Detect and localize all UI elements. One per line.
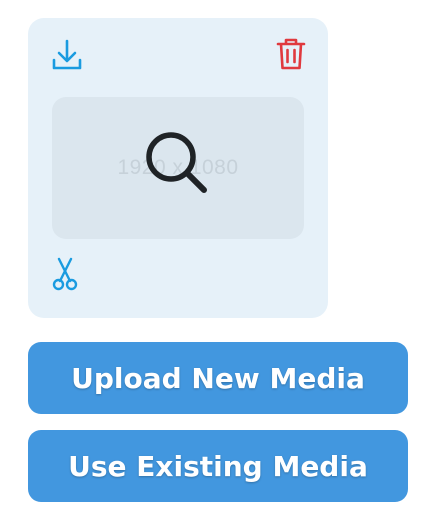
media-card: 1920 x 1080 — [28, 18, 328, 318]
use-existing-media-button[interactable]: Use Existing Media — [28, 430, 408, 502]
download-icon — [52, 39, 82, 70]
magnifier-icon[interactable] — [144, 130, 214, 200]
trash-icon — [276, 38, 306, 70]
download-button[interactable] — [50, 38, 84, 72]
cut-button[interactable] — [48, 256, 82, 292]
upload-new-media-button[interactable]: Upload New Media — [28, 342, 408, 414]
media-preview[interactable]: 1920 x 1080 — [52, 97, 304, 239]
delete-button[interactable] — [274, 36, 308, 72]
scissors-icon — [52, 257, 78, 291]
